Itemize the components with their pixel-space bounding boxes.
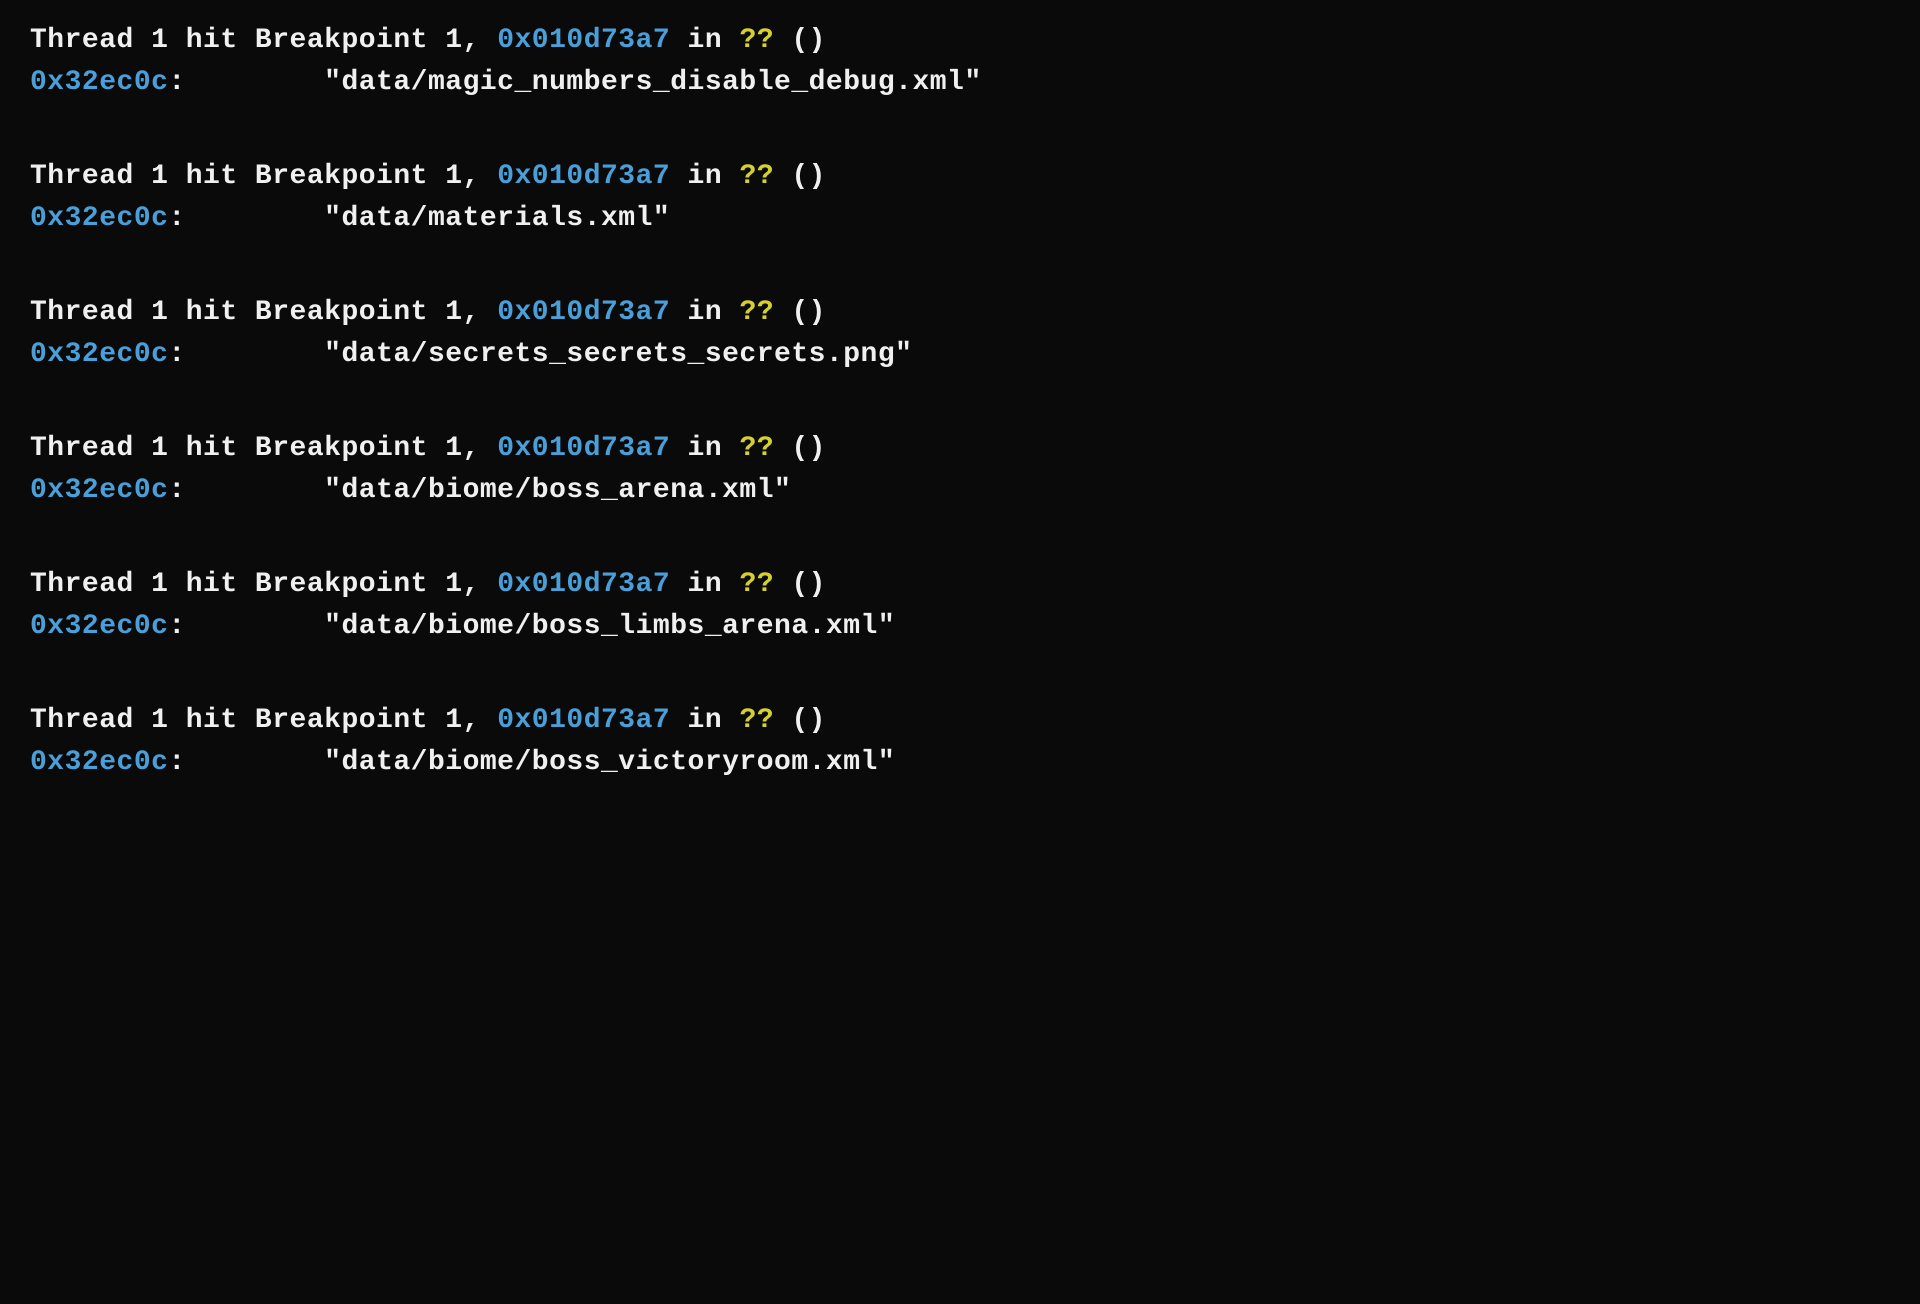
colon-separator: : xyxy=(168,339,324,370)
string-value: "data/biome/boss_victoryroom.xml" xyxy=(324,747,895,778)
thread-prefix: Thread 1 hit Breakpoint 1, xyxy=(30,25,497,56)
memory-address: 0x32ec0c xyxy=(30,747,168,778)
memory-value-line: 0x32ec0c: "data/materials.xml" xyxy=(30,198,1890,240)
breakpoint-address: 0x010d73a7 xyxy=(497,433,670,464)
in-text: in xyxy=(670,161,739,192)
paren: () xyxy=(774,25,826,56)
memory-value-line: 0x32ec0c: "data/magic_numbers_disable_de… xyxy=(30,62,1890,104)
thread-prefix: Thread 1 hit Breakpoint 1, xyxy=(30,161,497,192)
breakpoint-hit-line: Thread 1 hit Breakpoint 1, 0x010d73a7 in… xyxy=(30,156,1890,198)
memory-value-line: 0x32ec0c: "data/biome/boss_victoryroom.x… xyxy=(30,742,1890,784)
string-value: "data/biome/boss_limbs_arena.xml" xyxy=(324,611,895,642)
colon-separator: : xyxy=(168,67,324,98)
memory-address: 0x32ec0c xyxy=(30,203,168,234)
memory-value-line: 0x32ec0c: "data/biome/boss_arena.xml" xyxy=(30,470,1890,512)
paren: () xyxy=(774,433,826,464)
colon-separator: : xyxy=(168,203,324,234)
memory-address: 0x32ec0c xyxy=(30,475,168,506)
in-text: in xyxy=(670,297,739,328)
in-text: in xyxy=(670,569,739,600)
breakpoint-address: 0x010d73a7 xyxy=(497,705,670,736)
breakpoint-address: 0x010d73a7 xyxy=(497,569,670,600)
breakpoint-hit-line: Thread 1 hit Breakpoint 1, 0x010d73a7 in… xyxy=(30,428,1890,470)
breakpoint-hit-line: Thread 1 hit Breakpoint 1, 0x010d73a7 in… xyxy=(30,700,1890,742)
in-text: in xyxy=(670,433,739,464)
thread-prefix: Thread 1 hit Breakpoint 1, xyxy=(30,569,497,600)
breakpoint-entry: Thread 1 hit Breakpoint 1, 0x010d73a7 in… xyxy=(30,428,1890,512)
memory-address: 0x32ec0c xyxy=(30,611,168,642)
thread-prefix: Thread 1 hit Breakpoint 1, xyxy=(30,297,497,328)
breakpoint-address: 0x010d73a7 xyxy=(497,161,670,192)
colon-separator: : xyxy=(168,475,324,506)
colon-separator: : xyxy=(168,747,324,778)
string-value: "data/magic_numbers_disable_debug.xml" xyxy=(324,67,982,98)
unknown-symbol: ?? xyxy=(739,297,774,328)
string-value: "data/materials.xml" xyxy=(324,203,670,234)
unknown-symbol: ?? xyxy=(739,433,774,464)
thread-prefix: Thread 1 hit Breakpoint 1, xyxy=(30,433,497,464)
paren: () xyxy=(774,705,826,736)
memory-value-line: 0x32ec0c: "data/biome/boss_limbs_arena.x… xyxy=(30,606,1890,648)
unknown-symbol: ?? xyxy=(739,161,774,192)
memory-address: 0x32ec0c xyxy=(30,67,168,98)
breakpoint-hit-line: Thread 1 hit Breakpoint 1, 0x010d73a7 in… xyxy=(30,564,1890,606)
breakpoint-address: 0x010d73a7 xyxy=(497,297,670,328)
unknown-symbol: ?? xyxy=(739,25,774,56)
thread-prefix: Thread 1 hit Breakpoint 1, xyxy=(30,705,497,736)
in-text: in xyxy=(670,25,739,56)
string-value: "data/secrets_secrets_secrets.png" xyxy=(324,339,912,370)
memory-value-line: 0x32ec0c: "data/secrets_secrets_secrets.… xyxy=(30,334,1890,376)
breakpoint-entry: Thread 1 hit Breakpoint 1, 0x010d73a7 in… xyxy=(30,292,1890,376)
paren: () xyxy=(774,161,826,192)
breakpoint-hit-line: Thread 1 hit Breakpoint 1, 0x010d73a7 in… xyxy=(30,20,1890,62)
colon-separator: : xyxy=(168,611,324,642)
in-text: in xyxy=(670,705,739,736)
paren: () xyxy=(774,297,826,328)
breakpoint-entry: Thread 1 hit Breakpoint 1, 0x010d73a7 in… xyxy=(30,700,1890,784)
string-value: "data/biome/boss_arena.xml" xyxy=(324,475,791,506)
memory-address: 0x32ec0c xyxy=(30,339,168,370)
breakpoint-address: 0x010d73a7 xyxy=(497,25,670,56)
breakpoint-entry: Thread 1 hit Breakpoint 1, 0x010d73a7 in… xyxy=(30,156,1890,240)
terminal-output: Thread 1 hit Breakpoint 1, 0x010d73a7 in… xyxy=(30,20,1890,784)
unknown-symbol: ?? xyxy=(739,569,774,600)
unknown-symbol: ?? xyxy=(739,705,774,736)
breakpoint-hit-line: Thread 1 hit Breakpoint 1, 0x010d73a7 in… xyxy=(30,292,1890,334)
paren: () xyxy=(774,569,826,600)
breakpoint-entry: Thread 1 hit Breakpoint 1, 0x010d73a7 in… xyxy=(30,20,1890,104)
breakpoint-entry: Thread 1 hit Breakpoint 1, 0x010d73a7 in… xyxy=(30,564,1890,648)
